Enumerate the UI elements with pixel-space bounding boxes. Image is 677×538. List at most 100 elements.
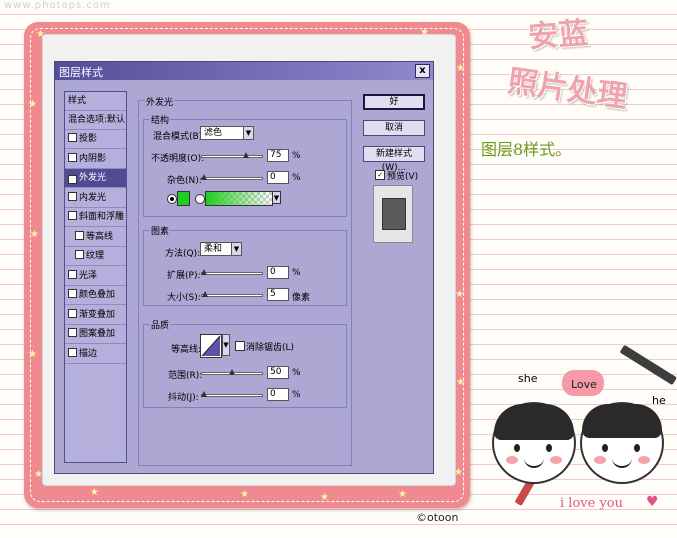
style-item-label: 等高线 (86, 231, 114, 242)
style-item[interactable]: ✓ 外发光 (65, 169, 126, 188)
he-label: he (652, 394, 666, 407)
star-icon: ★ (398, 489, 407, 500)
style-item-checkbox[interactable] (68, 133, 77, 142)
range-slider-thumb[interactable] (229, 369, 235, 375)
styles-list: 样式 混合选项:默认 投影内阴影 ✓ 外发光 内发光斜面和浮雕等高线纹理光泽颜色叠加渐… (64, 91, 127, 463)
opacity-slider[interactable] (201, 152, 263, 158)
contour-preview[interactable] (200, 334, 222, 358)
range-slider[interactable] (201, 369, 263, 375)
style-item-label: 光泽 (79, 270, 98, 281)
size-slider[interactable] (201, 291, 263, 297)
caption-text: 图层8样式。 (481, 140, 572, 159)
style-item-label: 颜色叠加 (79, 290, 116, 300)
style-item[interactable]: 内阴影 (65, 150, 126, 169)
spread-slider-thumb[interactable] (201, 269, 207, 275)
style-item-checkbox[interactable] (68, 269, 77, 279)
glow-gradient-picker[interactable] (205, 191, 273, 206)
jitter-slider-thumb[interactable] (201, 391, 207, 397)
dialog-title: 图层样式 (59, 66, 103, 79)
style-item-checkbox[interactable] (68, 211, 77, 220)
color-radio[interactable] (167, 194, 177, 204)
ok-button[interactable]: 好 (363, 94, 425, 110)
noise-slider-thumb[interactable] (201, 174, 207, 180)
style-item-label: 描边 (79, 348, 98, 359)
spread-label: 扩展(P): (167, 271, 201, 281)
elements-title: 图素 (150, 224, 171, 237)
noise-unit: % (292, 173, 301, 183)
love-label: Love (571, 378, 597, 391)
decorative-title-line1: 安蓝 (527, 15, 590, 56)
style-item[interactable]: 渐变叠加 (65, 306, 126, 325)
star-icon: ★ (28, 349, 37, 360)
style-item-checkbox[interactable] (68, 152, 77, 162)
close-button[interactable]: x (415, 64, 430, 78)
method-select[interactable]: 柔和 ▼ (200, 242, 242, 256)
style-item[interactable]: 图案叠加 (65, 325, 126, 344)
antialias-label: 消除锯齿(L) (246, 343, 295, 353)
boy-face-illustration (580, 402, 664, 484)
styles-list-header[interactable]: 样式 (65, 92, 126, 111)
new-style-button[interactable]: 新建样式(W)... (363, 146, 425, 173)
style-item-checkbox[interactable] (68, 308, 77, 318)
structure-title: 结构 (150, 113, 171, 126)
style-item-label: 投影 (79, 134, 98, 144)
layer-style-dialog: 图层样式 x 样式 混合选项:默认 投影内阴影 ✓ 外发光 内发光斜面和浮雕等高线纹理… (54, 61, 434, 474)
star-icon: ★ (90, 487, 99, 498)
dialog-titlebar[interactable]: 图层样式 x (55, 62, 433, 80)
style-item-checkbox[interactable] (75, 250, 84, 259)
small-heart-icon: ♥ (646, 494, 659, 510)
style-item-checkbox[interactable] (68, 328, 77, 337)
blend-mode-select[interactable]: 滤色 ▼ (200, 126, 254, 140)
range-input[interactable]: 50 (267, 366, 289, 379)
opacity-slider-thumb[interactable] (243, 152, 249, 158)
star-icon: ★ (420, 27, 429, 38)
style-item-checkbox[interactable] (68, 347, 77, 357)
method-value: 柔和 (204, 244, 223, 254)
opacity-input[interactable]: 75 (267, 149, 289, 162)
size-input[interactable]: 5 (267, 288, 289, 301)
she-label: she (518, 372, 538, 385)
size-slider-thumb[interactable] (202, 291, 209, 297)
preview-checkbox[interactable]: ✓ (375, 170, 385, 180)
style-item[interactable]: 斜面和浮雕 (65, 208, 126, 227)
pencil-illustration (619, 344, 677, 386)
jitter-slider[interactable] (201, 391, 263, 397)
chevron-down-icon: ▼ (273, 194, 280, 202)
style-item-checkbox[interactable] (68, 289, 77, 298)
noise-slider[interactable] (201, 174, 263, 180)
copyright-text: ©otoon (416, 511, 459, 524)
blending-options-item[interactable]: 混合选项:默认 (65, 111, 126, 130)
spread-input[interactable]: 0 (267, 266, 289, 279)
chevron-down-icon: ▼ (243, 127, 253, 139)
jitter-input[interactable]: 0 (267, 388, 289, 401)
style-item-checkbox[interactable]: ✓ (68, 175, 77, 184)
style-item-checkbox[interactable] (75, 230, 84, 240)
spread-slider[interactable] (201, 269, 263, 275)
noise-input[interactable]: 0 (267, 171, 289, 184)
style-item[interactable]: 描边 (65, 345, 126, 364)
style-item[interactable]: 内发光 (65, 189, 126, 208)
blend-mode-value: 滤色 (204, 128, 223, 138)
star-icon: ★ (34, 469, 43, 480)
antialias-checkbox[interactable] (235, 341, 245, 351)
style-item[interactable]: 投影 (65, 130, 126, 149)
preview-label: 预览(V) (387, 172, 419, 182)
decorative-title-line2: 照片处理 (505, 63, 630, 116)
glow-color-swatch[interactable] (177, 191, 190, 206)
contour-curve-icon (201, 335, 221, 357)
style-item[interactable]: 颜色叠加 (65, 286, 126, 305)
style-item-checkbox[interactable] (68, 191, 77, 201)
style-preview-thumbnail (373, 185, 413, 243)
chevron-down-icon: ▼ (231, 243, 241, 255)
star-icon: ★ (455, 289, 464, 300)
style-item[interactable]: 等高线 (65, 228, 126, 247)
gradient-dropdown-button[interactable]: ▼ (272, 191, 281, 204)
method-label: 方法(Q): (165, 249, 201, 259)
style-item[interactable]: 光泽 (65, 267, 126, 286)
gradient-radio[interactable] (195, 194, 205, 204)
style-item[interactable]: 纹理 (65, 247, 126, 266)
star-icon: ★ (456, 63, 465, 74)
contour-dropdown-button[interactable]: ▼ (222, 334, 230, 356)
style-item-label: 斜面和浮雕 (79, 212, 125, 222)
cancel-button[interactable]: 取消 (363, 120, 425, 136)
